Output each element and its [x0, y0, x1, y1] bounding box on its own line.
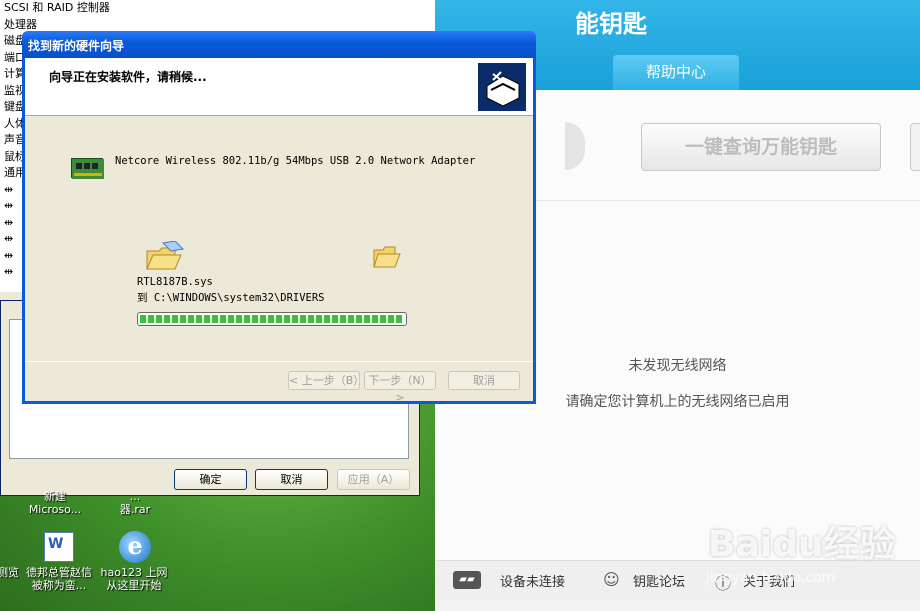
back-button[interactable]: < 上一步（B） [288, 371, 364, 390]
copying-file-name: RTL8187B.sys [137, 276, 213, 288]
desktop-icon-new-doc[interactable]: 新建 Microso... [20, 490, 90, 516]
internet-explorer-icon[interactable]: e [119, 531, 151, 563]
desktop-icon-hao123[interactable]: hao123 上网 从这里开始 [96, 566, 172, 592]
tab-help-center[interactable]: 帮助中心 [613, 55, 739, 90]
query-key-button[interactable]: 一键查询万能钥匙 [641, 123, 881, 171]
progress-fill [140, 315, 404, 323]
ok-button[interactable]: 确定 [174, 469, 247, 490]
word-document-icon[interactable]: W [44, 532, 74, 562]
apply-button[interactable]: 应用（A） [337, 469, 410, 490]
baidu-watermark: Baidu经验 [708, 524, 896, 565]
source-folder-icon [145, 240, 185, 273]
desktop-icon-rar[interactable]: ... 器.rar [100, 490, 170, 516]
hardware-wizard-icon [478, 63, 526, 111]
device-name: Netcore Wireless 802.11b/g 54Mbps USB 2.… [115, 155, 476, 167]
wizard-cancel-button[interactable]: 取消 [448, 371, 520, 390]
wizard-separator [25, 361, 533, 362]
forum-icon: ☺ [603, 570, 620, 589]
forum-link[interactable]: 钥匙论坛 [633, 571, 685, 590]
destination-folder-icon [373, 244, 401, 270]
hardware-wizard-window: 找到新的硬件向导 向导正在安装软件，请稍候... Netcore Wireles… [22, 31, 536, 404]
cancel-button[interactable]: 取消 [255, 469, 328, 490]
install-progress-bar [137, 312, 407, 326]
watermark-url: jingyan.baidu.com [706, 570, 836, 586]
desktop-icon-doc-label[interactable]: 德邦总管赵信 被称为蛮... [22, 566, 96, 592]
device-status-label[interactable]: 设备未连接 [500, 571, 565, 590]
wizard-header: 向导正在安装软件，请稍候... [25, 58, 533, 116]
device-icon: ▰▰ [453, 571, 481, 589]
network-adapter-icon [71, 158, 104, 179]
wizard-header-text: 向导正在安装软件，请稍候... [49, 70, 207, 84]
app-title: 能钥匙 [575, 10, 647, 38]
secondary-button-edge[interactable] [910, 123, 920, 171]
next-button[interactable]: 下一步（N）> [364, 371, 436, 404]
desktop-icon-browse[interactable]: 测览 [0, 566, 20, 579]
wizard-title: 找到新的硬件向导 [28, 39, 125, 53]
copy-destination: 到 C:\WINDOWS\system32\DRIVERS [137, 292, 325, 304]
wizard-titlebar[interactable]: 找到新的硬件向导 [22, 31, 536, 58]
